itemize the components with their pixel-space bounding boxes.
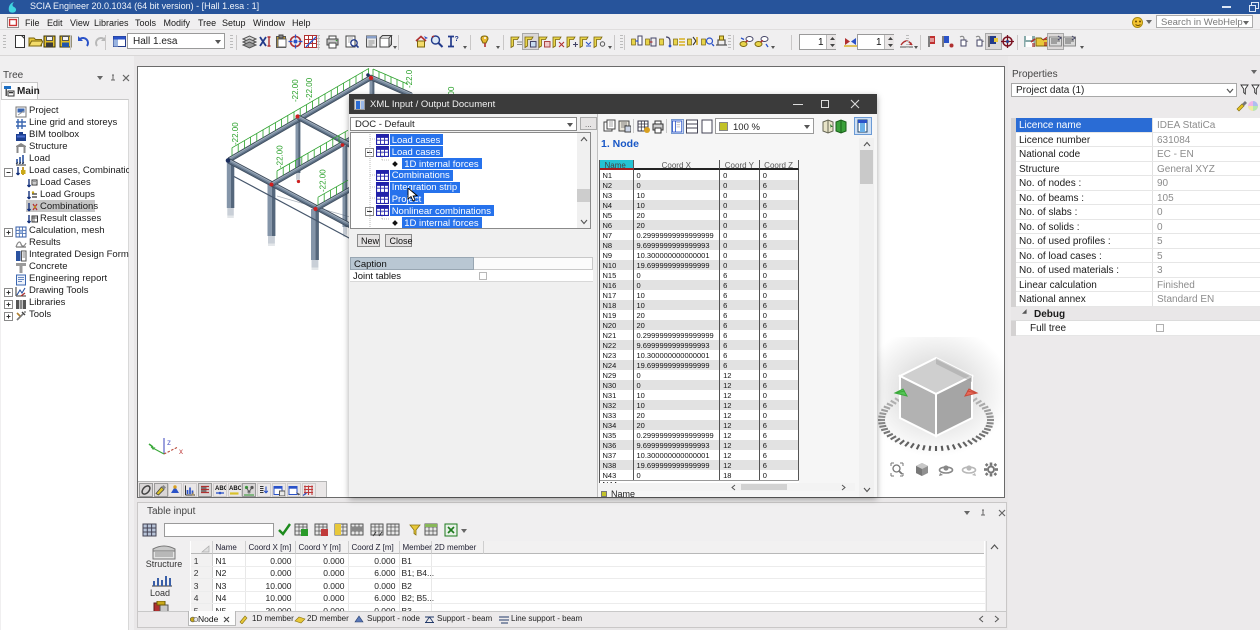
svg-text:-22.00: -22.00	[319, 169, 328, 192]
svg-text:ABC: ABC	[229, 486, 241, 492]
svg-text:ABC: ABC	[215, 486, 227, 492]
svg-text:x: x	[179, 447, 183, 456]
svg-text:-22.00: -22.00	[291, 79, 300, 102]
svg-text:il: il	[192, 491, 194, 496]
svg-text:-22.00: -22.00	[305, 77, 314, 100]
svg-text:-22.00: -22.00	[276, 145, 285, 168]
svg-text:?: ?	[455, 36, 459, 43]
svg-text:z: z	[167, 438, 171, 447]
svg-text:-22.0: -22.0	[405, 69, 414, 88]
svg-text:-22.00: -22.00	[231, 122, 240, 145]
